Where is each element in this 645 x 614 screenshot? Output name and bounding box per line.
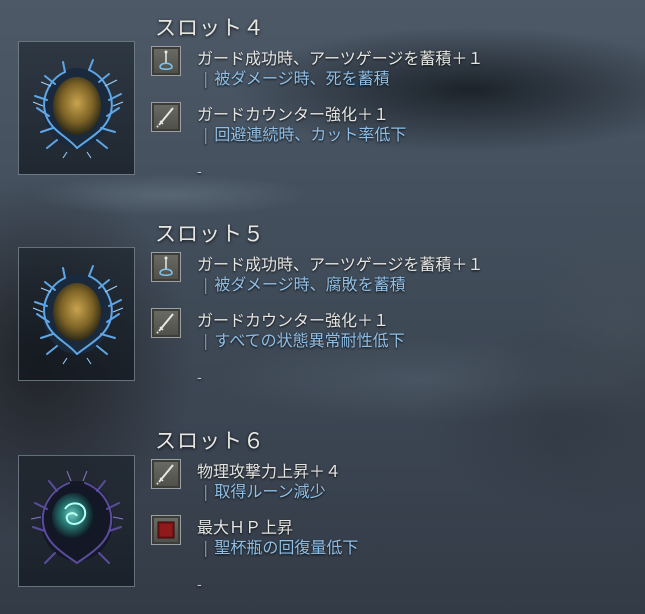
effect-negative: | すべての状態異常耐性低下: [203, 327, 405, 351]
effect-negative-text: 聖杯瓶の回復量低下: [214, 538, 359, 557]
empty-effect-slot: -: [197, 370, 202, 386]
sword-icon: [151, 102, 181, 132]
empty-effect-slot: -: [197, 577, 202, 593]
separator: |: [203, 125, 209, 144]
effect-negative: | 被ダメージ時、死を蓄積: [203, 65, 390, 89]
effect-negative-text: 取得ルーン減少: [214, 482, 326, 501]
sorcery-icon: [151, 46, 181, 76]
effect-negative: | 取得ルーン減少: [203, 478, 326, 502]
effect-negative-text: 被ダメージ時、腐敗を蓄積: [214, 275, 406, 294]
empty-effect-slot: -: [197, 164, 202, 180]
effect-negative-text: 被ダメージ時、死を蓄積: [214, 69, 390, 88]
effect-negative: | 被ダメージ時、腐敗を蓄積: [203, 271, 406, 295]
red-hp-icon: [151, 515, 181, 545]
sword-icon: [151, 308, 181, 338]
blue-coral-gold-ash-icon: [32, 265, 123, 365]
slot-title: スロット５: [155, 222, 265, 246]
blue-coral-gold-ash-icon: [32, 59, 123, 159]
effect-negative: | 聖杯瓶の回復量低下: [203, 534, 358, 558]
separator: |: [203, 69, 209, 88]
effect-negative-text: 回避連続時、カット率低下: [214, 125, 407, 144]
sorcery-icon: [151, 252, 181, 282]
slot-6-ash-frame[interactable]: [18, 455, 135, 587]
sword-icon: [151, 459, 181, 489]
separator: |: [203, 482, 209, 501]
slot-4-ash-frame[interactable]: [18, 41, 135, 175]
separator: |: [203, 331, 209, 350]
separator: |: [203, 538, 209, 557]
slot-5-ash-frame[interactable]: [18, 247, 135, 381]
slot-title: スロット４: [155, 16, 265, 40]
effect-negative: | 回避連続時、カット率低下: [203, 121, 406, 145]
effect-negative-text: すべての状態異常耐性低下: [214, 331, 405, 350]
separator: |: [203, 275, 209, 294]
dark-teal-swirl-ash-icon: [30, 470, 123, 564]
slot-title: スロット６: [155, 429, 265, 453]
